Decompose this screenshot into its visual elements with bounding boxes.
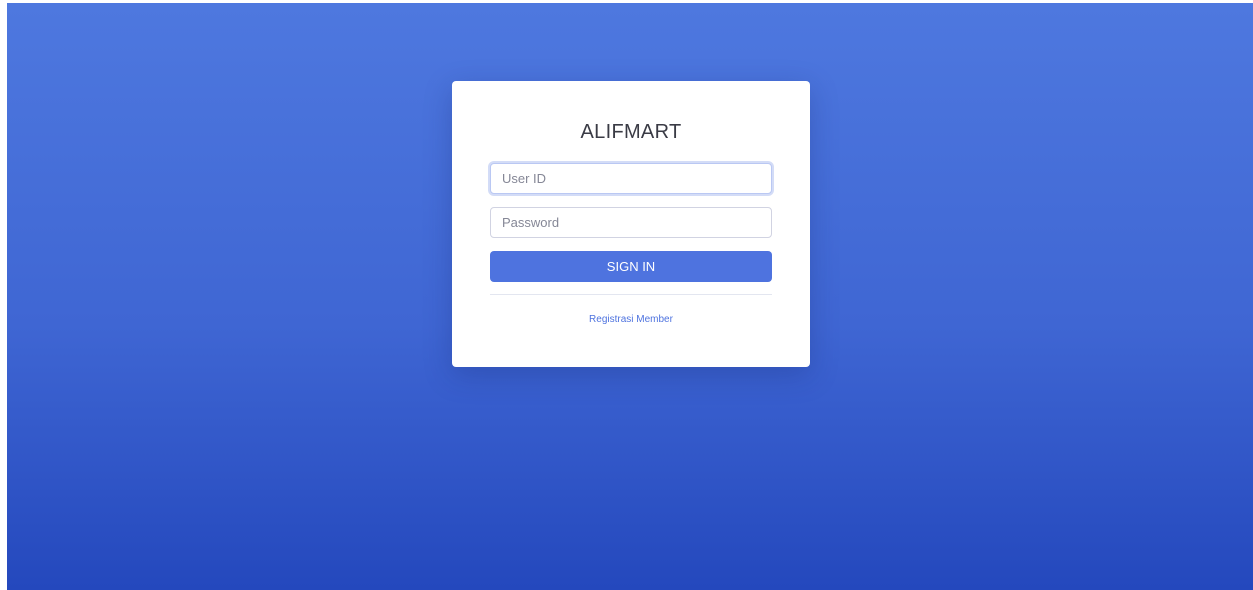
password-input[interactable] bbox=[490, 207, 772, 238]
sign-in-button[interactable]: SIGN IN bbox=[490, 251, 772, 282]
brand-title: ALIFMART bbox=[580, 121, 682, 143]
register-member-link[interactable]: Registrasi Member bbox=[452, 314, 810, 325]
divider bbox=[490, 294, 772, 295]
page-background: ALIFMART SIGN IN Registrasi Member bbox=[7, 3, 1253, 590]
login-card: ALIFMART SIGN IN Registrasi Member bbox=[452, 81, 810, 367]
user-id-input[interactable] bbox=[490, 163, 772, 194]
